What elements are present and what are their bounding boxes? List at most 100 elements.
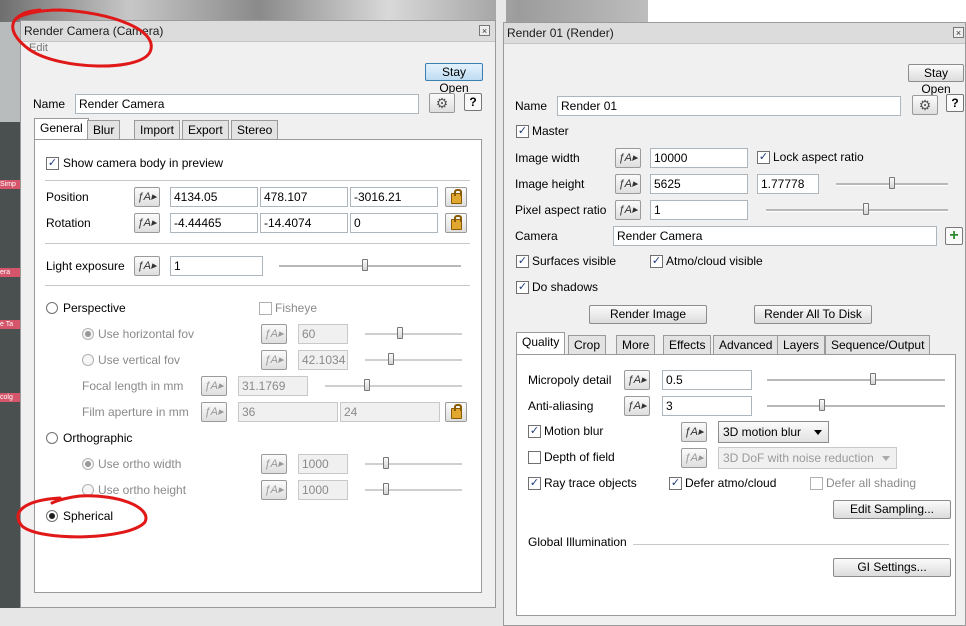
- ortho-width-field[interactable]: 1000: [298, 454, 348, 474]
- tab-general[interactable]: General: [34, 118, 89, 140]
- light-exposure-slider[interactable]: [279, 259, 461, 271]
- animation-icon[interactable]: ƒA▸: [681, 448, 707, 468]
- animation-icon[interactable]: ƒA▸: [624, 370, 650, 390]
- animation-icon[interactable]: ƒA▸: [134, 256, 160, 276]
- help-button[interactable]: ?: [464, 93, 482, 111]
- position-y-field[interactable]: 478.107: [260, 187, 348, 207]
- ortho-height-slider[interactable]: [365, 483, 462, 495]
- micropoly-field[interactable]: 0.5: [662, 370, 752, 390]
- animation-icon[interactable]: ƒA▸: [201, 402, 227, 422]
- tab-quality[interactable]: Quality: [516, 332, 566, 354]
- dof-checkbox[interactable]: [528, 451, 541, 464]
- tab-layers[interactable]: Layers: [777, 335, 826, 355]
- tab-sequence-output[interactable]: Sequence/Output: [825, 335, 931, 355]
- ortho-height-field[interactable]: 1000: [298, 480, 348, 500]
- gear-icon[interactable]: ⚙: [912, 95, 938, 115]
- film-aperture-h-field[interactable]: 24: [340, 402, 440, 422]
- camera-field[interactable]: Render Camera: [613, 226, 937, 246]
- animation-icon[interactable]: ƒA▸: [681, 422, 707, 442]
- pixel-aspect-field[interactable]: 1: [650, 200, 748, 220]
- motion-blur-checkbox[interactable]: ✓: [528, 425, 541, 438]
- focal-length-slider[interactable]: [325, 379, 462, 391]
- tab-import[interactable]: Import: [134, 120, 181, 140]
- vfov-slider[interactable]: [365, 353, 462, 365]
- animation-icon[interactable]: ƒA▸: [615, 148, 641, 168]
- animation-icon[interactable]: ƒA▸: [261, 324, 287, 344]
- tab-blur[interactable]: Blur: [87, 120, 121, 140]
- gi-settings-button[interactable]: GI Settings...: [833, 558, 951, 577]
- rotation-z-field[interactable]: 0: [350, 213, 438, 233]
- gear-icon[interactable]: ⚙: [429, 93, 455, 113]
- light-exposure-field[interactable]: 1: [170, 256, 263, 276]
- tab-export[interactable]: Export: [182, 120, 229, 140]
- defer-atmo-checkbox[interactable]: ✓: [669, 477, 682, 490]
- stay-open-button[interactable]: Stay Open: [908, 64, 964, 96]
- image-width-field[interactable]: 10000: [650, 148, 748, 168]
- use-ortho-height-radio[interactable]: [82, 484, 94, 496]
- dof-select[interactable]: 3D DoF with noise reduction: [718, 447, 897, 469]
- lock-icon[interactable]: [445, 187, 467, 207]
- rotation-y-field[interactable]: -14.4074: [260, 213, 348, 233]
- edit-sampling-button[interactable]: Edit Sampling...: [833, 500, 951, 519]
- slider-thumb[interactable]: [889, 177, 895, 189]
- image-height-field[interactable]: 5625: [650, 174, 748, 194]
- slider-thumb[interactable]: [819, 399, 825, 411]
- animation-icon[interactable]: ƒA▸: [624, 396, 650, 416]
- fisheye-checkbox[interactable]: [259, 302, 272, 315]
- close-icon[interactable]: ×: [479, 25, 490, 36]
- film-aperture-w-field[interactable]: 36: [238, 402, 338, 422]
- tab-effects[interactable]: Effects: [663, 335, 712, 355]
- render-name-field[interactable]: Render 01: [557, 96, 901, 116]
- animation-icon[interactable]: ƒA▸: [615, 174, 641, 194]
- focal-length-field[interactable]: 31.1769: [238, 376, 308, 396]
- stay-open-button[interactable]: Stay Open: [425, 63, 483, 95]
- slider-thumb[interactable]: [388, 353, 394, 365]
- perspective-radio[interactable]: [46, 302, 58, 314]
- master-checkbox[interactable]: ✓: [516, 125, 529, 138]
- hfov-field[interactable]: 60: [298, 324, 348, 344]
- add-icon[interactable]: +: [945, 227, 963, 245]
- antialiasing-field[interactable]: 3: [662, 396, 752, 416]
- render-all-button[interactable]: Render All To Disk: [754, 305, 872, 324]
- use-ortho-width-radio[interactable]: [82, 458, 94, 470]
- use-vfov-radio[interactable]: [82, 354, 94, 366]
- orthographic-radio[interactable]: [46, 432, 58, 444]
- animation-icon[interactable]: ƒA▸: [261, 350, 287, 370]
- animation-icon[interactable]: ƒA▸: [134, 213, 160, 233]
- tab-advanced[interactable]: Advanced: [713, 335, 779, 355]
- spherical-radio[interactable]: [46, 510, 58, 522]
- motion-blur-select[interactable]: 3D motion blur: [718, 421, 829, 443]
- aspect-slider[interactable]: [836, 177, 948, 189]
- tab-more[interactable]: More: [616, 335, 656, 355]
- camera-title-bar[interactable]: Render Camera (Camera) ×: [21, 21, 495, 42]
- animation-icon[interactable]: ƒA▸: [134, 187, 160, 207]
- position-z-field[interactable]: -3016.21: [350, 187, 438, 207]
- aspect-ratio-field[interactable]: 1.77778: [757, 174, 819, 194]
- animation-icon[interactable]: ƒA▸: [261, 480, 287, 500]
- render-title-bar[interactable]: Render 01 (Render) ×: [504, 23, 965, 44]
- use-hfov-radio[interactable]: [82, 328, 94, 340]
- help-button[interactable]: ?: [946, 94, 964, 112]
- slider-thumb[interactable]: [383, 483, 389, 495]
- defer-shading-checkbox[interactable]: [810, 477, 823, 490]
- antialiasing-slider[interactable]: [767, 399, 945, 411]
- slider-thumb[interactable]: [383, 457, 389, 469]
- menu-edit[interactable]: Edit: [29, 42, 48, 54]
- slider-thumb[interactable]: [397, 327, 403, 339]
- vfov-field[interactable]: 42.1034: [298, 350, 348, 370]
- camera-name-field[interactable]: Render Camera: [75, 94, 419, 114]
- slider-thumb[interactable]: [863, 203, 869, 215]
- lock-icon[interactable]: [445, 402, 467, 422]
- slider-thumb[interactable]: [362, 259, 368, 271]
- tab-stereo[interactable]: Stereo: [231, 120, 279, 140]
- animation-icon[interactable]: ƒA▸: [201, 376, 227, 396]
- hfov-slider[interactable]: [365, 327, 462, 339]
- render-image-button[interactable]: Render Image: [589, 305, 707, 324]
- slider-thumb[interactable]: [870, 373, 876, 385]
- atmo-visible-checkbox[interactable]: ✓: [650, 255, 663, 268]
- ortho-width-slider[interactable]: [365, 457, 462, 469]
- rotation-x-field[interactable]: -4.44465: [170, 213, 258, 233]
- do-shadows-checkbox[interactable]: ✓: [516, 281, 529, 294]
- slider-thumb[interactable]: [364, 379, 370, 391]
- animation-icon[interactable]: ƒA▸: [261, 454, 287, 474]
